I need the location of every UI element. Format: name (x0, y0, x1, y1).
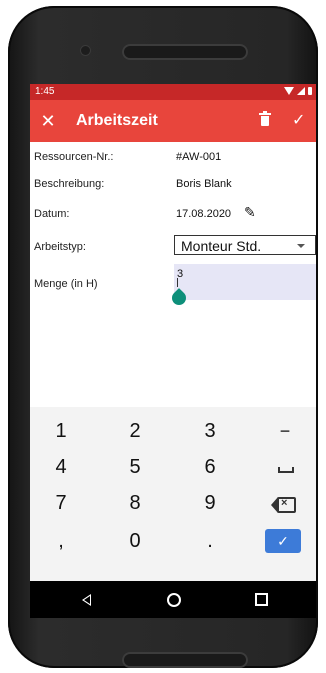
wifi-icon (284, 87, 294, 95)
description-label: Beschreibung: (34, 178, 105, 190)
key-4[interactable]: 4 (30, 447, 96, 487)
close-icon[interactable]: ✕ (36, 109, 60, 133)
recent-apps-icon[interactable] (255, 593, 268, 606)
date-label: Datum: (34, 208, 70, 220)
worktype-value: Monteur Std. (181, 238, 262, 254)
space-icon (278, 467, 294, 473)
top-speaker (122, 44, 248, 60)
page-title: Arbeitszeit (76, 112, 158, 129)
key-9[interactable]: 9 (175, 483, 245, 523)
status-time: 1:45 (35, 86, 55, 97)
pencil-icon[interactable]: ✎ (244, 204, 256, 221)
battery-icon (308, 87, 312, 95)
signal-icon (297, 87, 305, 95)
key-minus[interactable]: − (250, 411, 316, 451)
key-7[interactable]: 7 (30, 483, 96, 523)
worktype-label: Arbeitstyp: (34, 241, 86, 253)
key-space[interactable] (250, 447, 316, 487)
date-value[interactable]: 17.08.2020 (176, 208, 231, 220)
key-0[interactable]: 0 (100, 521, 170, 561)
key-comma[interactable]: , (30, 521, 96, 561)
key-2[interactable]: 2 (100, 411, 170, 451)
key-3[interactable]: 3 (175, 411, 245, 451)
key-1[interactable]: 1 (30, 411, 96, 451)
front-camera (81, 46, 90, 55)
resource-label: Ressourcen-Nr.: (34, 151, 114, 163)
trash-icon[interactable] (259, 111, 271, 126)
enter-key[interactable]: ✓ (265, 529, 301, 553)
status-bar: 1:45 (30, 84, 316, 100)
check-icon[interactable]: ✓ (292, 109, 316, 133)
home-icon[interactable] (167, 593, 181, 607)
chevron-down-icon (297, 244, 305, 248)
description-value: Boris Blank (176, 178, 232, 190)
text-cursor (177, 278, 178, 287)
key-5[interactable]: 5 (100, 447, 170, 487)
worktype-select[interactable]: Monteur Std. (174, 235, 316, 255)
numeric-keyboard: 1 2 3 − 4 5 6 7 8 9 × , 0 . ✓ (30, 407, 316, 581)
key-period[interactable]: . (175, 521, 245, 561)
status-icons (284, 87, 312, 95)
back-icon[interactable] (82, 594, 91, 606)
key-6[interactable]: 6 (175, 447, 245, 487)
resource-value: #AW-001 (176, 151, 222, 163)
quantity-input[interactable]: 3 (169, 264, 316, 308)
quantity-label: Menge (in H) (34, 278, 98, 290)
bottom-speaker (122, 652, 248, 668)
screen: 1:45 ✕ Arbeitszeit ✓ Ressourcen-Nr.: #AW… (30, 84, 316, 618)
navigation-bar (30, 581, 316, 618)
app-bar: ✕ Arbeitszeit ✓ (30, 100, 316, 142)
cursor-handle[interactable] (169, 288, 189, 308)
backspace-icon: × (271, 497, 296, 513)
key-backspace[interactable]: × (250, 483, 316, 523)
key-8[interactable]: 8 (100, 483, 170, 523)
